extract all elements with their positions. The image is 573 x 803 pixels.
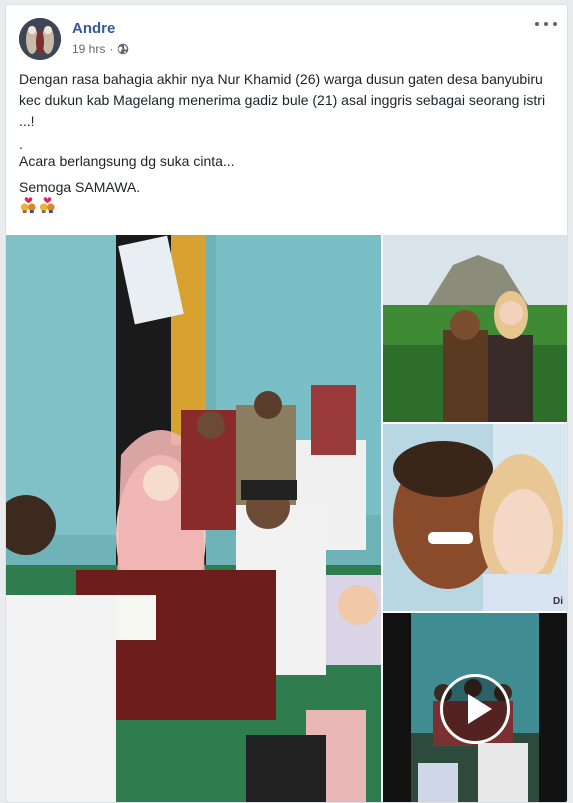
wedding-ceremony-photo[interactable]: [6, 235, 381, 802]
avatar[interactable]: [19, 18, 61, 60]
kiss-icon: [20, 197, 36, 213]
post-paragraph: Dengan rasa bahagia akhir nya Nur Khamid…: [19, 71, 546, 129]
timestamp[interactable]: 19 hrs: [72, 42, 105, 56]
couple-selfie-photo[interactable]: Di: [383, 424, 567, 611]
more-options-button[interactable]: [535, 16, 557, 32]
post-card: Andre 19 hrs · Dengan rasa bahagia akhir…: [5, 4, 568, 803]
post-paragraph: .: [19, 136, 23, 152]
post-meta: 19 hrs ·: [72, 42, 129, 56]
photo-watermark: Di: [553, 596, 563, 607]
media-grid: Di: [6, 235, 567, 802]
couple-at-temple-photo[interactable]: [383, 235, 567, 422]
globe-icon: [118, 43, 129, 55]
play-icon[interactable]: [440, 673, 510, 744]
post-paragraph: Acara berlangsung dg suka cinta...: [19, 153, 235, 169]
ceremony-video[interactable]: [383, 613, 567, 802]
author-name[interactable]: Andre: [72, 20, 115, 37]
post-text: Dengan rasa bahagia akhir nya Nur Khamid…: [19, 69, 554, 213]
kiss-icon: [39, 197, 55, 213]
